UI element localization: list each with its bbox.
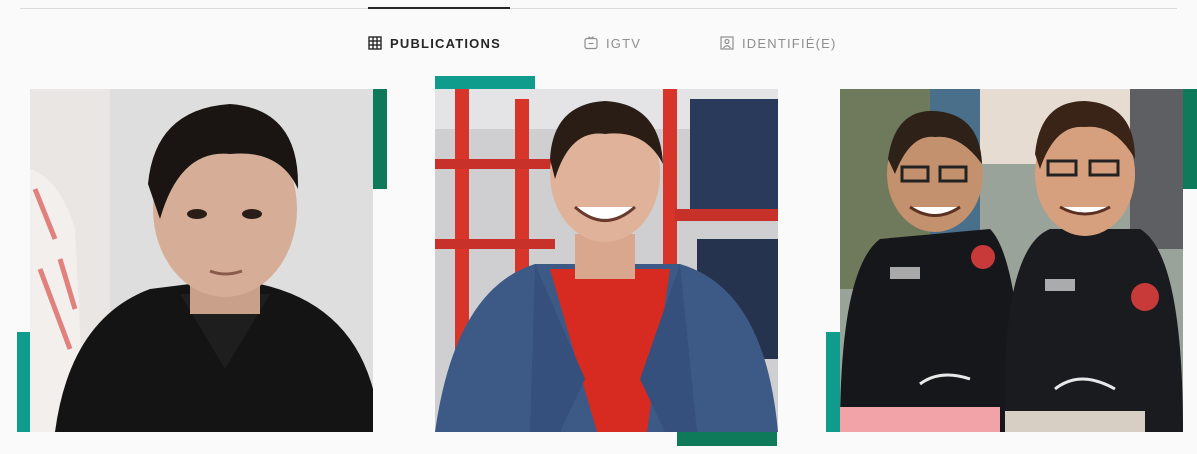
tab-publications[interactable]: PUBLICATIONS [368, 7, 510, 77]
tab-label: IGTV [606, 35, 642, 51]
tab-identifie[interactable]: IDENTIFIÉ(E) [720, 8, 837, 78]
post-photo-3 [840, 89, 1183, 432]
accent-bar [373, 89, 387, 189]
grid-icon [368, 36, 382, 50]
accent-bar [677, 432, 777, 446]
accent-bar [826, 332, 840, 432]
tab-label: PUBLICATIONS [390, 35, 501, 51]
accent-bar [17, 332, 31, 432]
accent-bar [435, 76, 535, 90]
tagged-icon [720, 36, 734, 50]
igtv-icon [584, 36, 598, 50]
tab-label: IDENTIFIÉ(E) [742, 35, 837, 51]
post-photo-1 [30, 89, 373, 432]
accent-bar [1183, 89, 1197, 189]
tab-igtv[interactable]: IGTV [584, 8, 641, 78]
post-photo-2 [435, 89, 778, 432]
profile-tabs: PUBLICATIONS IGTV IDENTIFIÉ(E) [0, 7, 1197, 78]
